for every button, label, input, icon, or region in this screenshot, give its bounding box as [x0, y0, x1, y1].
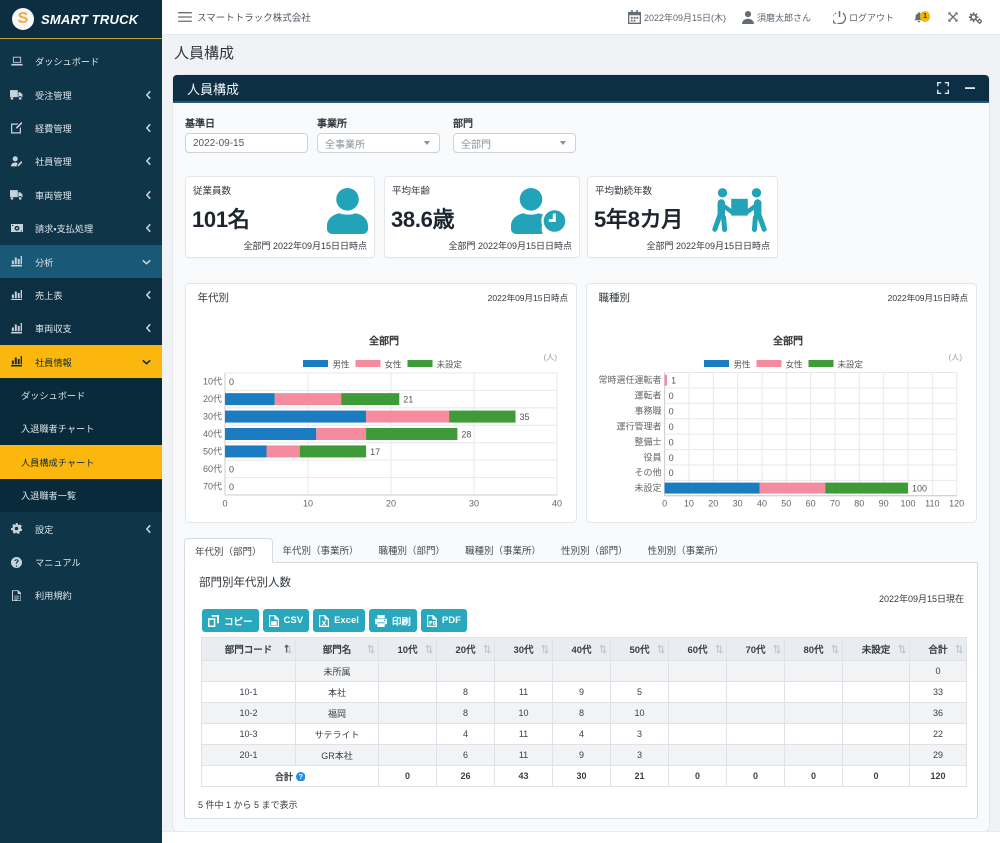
svg-text:50代: 50代 [203, 446, 222, 456]
svg-text:0: 0 [669, 437, 674, 447]
svg-text:女性: 女性 [385, 360, 403, 370]
svg-text:0: 0 [229, 464, 234, 474]
svg-text:100: 100 [912, 484, 927, 494]
svg-text:80: 80 [854, 499, 864, 509]
svg-text:0: 0 [222, 499, 227, 509]
svg-text:未設定: 未設定 [437, 360, 463, 370]
svg-text:21: 21 [403, 395, 413, 405]
svg-text:0: 0 [669, 407, 674, 417]
svg-text:未設定: 未設定 [634, 482, 661, 493]
svg-text:男性: 男性 [333, 360, 351, 370]
svg-text:100: 100 [900, 499, 915, 509]
svg-text:役員: 役員 [643, 451, 661, 462]
svg-text:40代: 40代 [203, 429, 222, 439]
svg-text:0: 0 [669, 468, 674, 478]
svg-text:40: 40 [757, 499, 767, 509]
svg-text:事務職: 事務職 [634, 405, 661, 416]
svg-text:0: 0 [669, 391, 674, 401]
svg-text:50: 50 [781, 499, 791, 509]
svg-text:70代: 70代 [203, 481, 222, 491]
svg-text:40: 40 [552, 499, 562, 509]
svg-text:30: 30 [469, 499, 479, 509]
svg-text:35: 35 [520, 412, 530, 422]
svg-text:全部門: 全部門 [369, 335, 399, 348]
svg-text:(人): (人) [949, 353, 963, 362]
svg-text:(人): (人) [544, 353, 558, 362]
svg-text:0: 0 [229, 377, 234, 387]
svg-text:110: 110 [925, 499, 939, 509]
svg-text:運行管理者: 運行管理者 [616, 420, 661, 431]
svg-text:10: 10 [684, 499, 694, 509]
svg-text:1: 1 [671, 376, 676, 386]
svg-text:90: 90 [879, 499, 889, 509]
svg-text:男性: 男性 [734, 360, 752, 370]
svg-text:28: 28 [461, 430, 471, 440]
svg-text:0: 0 [229, 482, 234, 492]
svg-text:20: 20 [708, 499, 718, 509]
svg-text:60: 60 [806, 499, 816, 509]
svg-text:10: 10 [303, 499, 313, 509]
svg-text:30代: 30代 [203, 412, 222, 422]
svg-text:20: 20 [386, 499, 396, 509]
svg-text:20代: 20代 [203, 394, 222, 404]
svg-text:30: 30 [733, 499, 743, 509]
svg-text:0: 0 [662, 499, 667, 509]
svg-text:?: ? [298, 773, 302, 781]
svg-text:運転者: 運転者 [634, 390, 661, 401]
svg-text:70: 70 [830, 499, 840, 509]
svg-text:未設定: 未設定 [838, 360, 864, 370]
svg-text:その他: その他 [634, 467, 661, 478]
svg-text:10代: 10代 [203, 377, 222, 387]
svg-text:120: 120 [949, 499, 964, 509]
svg-text:60代: 60代 [203, 464, 222, 474]
svg-text:全部門: 全部門 [773, 335, 803, 348]
svg-text:整備士: 整備士 [634, 436, 661, 447]
svg-text:17: 17 [370, 447, 380, 457]
svg-text:0: 0 [669, 453, 674, 463]
svg-text:常時選任運転者: 常時選任運転者 [598, 374, 661, 385]
svg-text:0: 0 [669, 422, 674, 432]
svg-text:女性: 女性 [786, 360, 804, 370]
